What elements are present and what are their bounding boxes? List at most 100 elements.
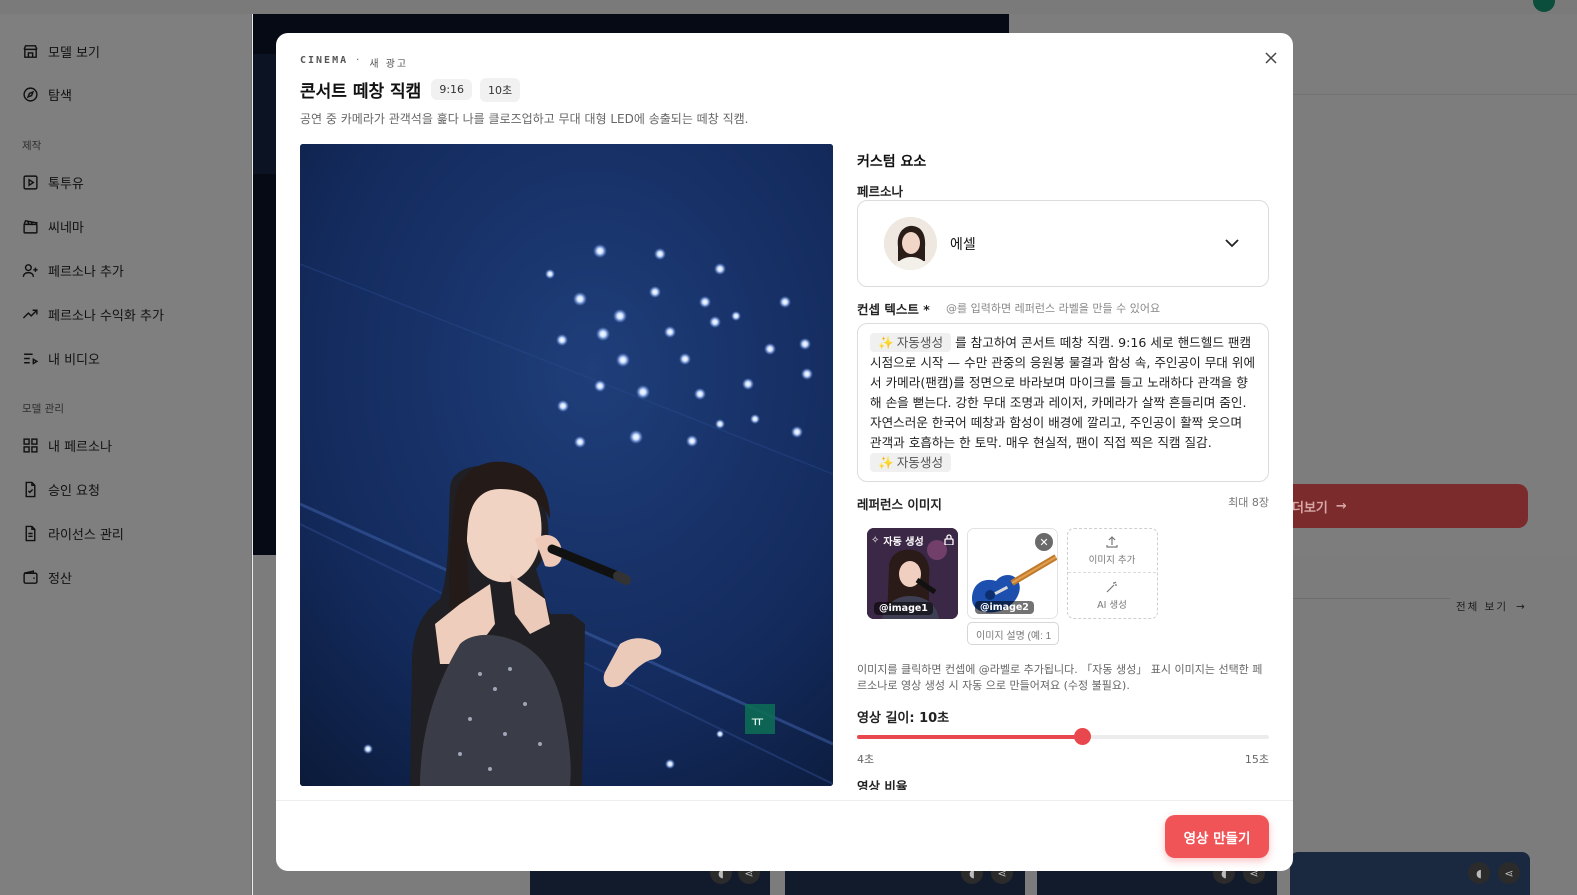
modal-footer: 영상 만들기	[276, 800, 1293, 871]
eyebrow-subtitle: 새 광고	[369, 59, 409, 70]
see-all-label: 전체 보기	[1456, 601, 1508, 613]
duration-chip: 10초	[480, 77, 521, 102]
length-min: 4초	[857, 753, 875, 766]
eyebrow: CINEMA · 새 광고	[300, 55, 408, 70]
chevron-down-icon	[1225, 239, 1239, 248]
length-max: 15초	[1244, 753, 1269, 766]
ai-generate-button[interactable]: AI 생성	[1068, 573, 1156, 617]
title-row: 콘서트 떼창 직캠 9:16 10초	[300, 77, 521, 102]
persona-select[interactable]: 에셀	[857, 200, 1269, 287]
clapperboard-icon	[22, 218, 39, 235]
concept-textarea[interactable]: ✨ 자동생성 를 참고하여 콘서트 떼창 직캠. 9:16 세로 핸드헬드 팬캠 …	[857, 323, 1269, 482]
add-image-label: 이미지 추가	[1088, 555, 1136, 566]
user-avatar[interactable]	[1533, 0, 1555, 12]
image-label: @image2	[975, 601, 1034, 614]
close-button[interactable]	[1260, 47, 1282, 69]
sidebar-item-persona-monetize[interactable]: 페르소나 수익화 추가	[22, 302, 164, 326]
make-video-button[interactable]: 영상 만들기	[1165, 815, 1269, 858]
close-icon	[1265, 52, 1277, 64]
sidebar-item-my-videos[interactable]: 내 비디오	[22, 346, 100, 370]
sidebar-item-label: 정산	[48, 571, 72, 587]
sidebar-item-license[interactable]: 라이선스 관리	[22, 521, 124, 545]
video-card[interactable]: ◖ ⋖	[1290, 852, 1530, 895]
persona-avatar	[884, 217, 937, 270]
see-all-link[interactable]: 전체 보기 →	[1456, 599, 1527, 614]
auto-token-label: 자동생성	[896, 335, 944, 350]
sidebar-item-settlement[interactable]: 정산	[22, 565, 72, 589]
length-slider[interactable]	[857, 728, 1269, 745]
sidebar-item-talk-to-you[interactable]: 톡투유	[22, 170, 84, 194]
magic-wand-icon	[1106, 581, 1117, 592]
section-title: 커스텀 요소	[857, 154, 927, 170]
mute-icon[interactable]: ◖	[1468, 862, 1490, 884]
sidebar-item-label: 라이선스 관리	[48, 527, 124, 543]
sidebar-item-label: 톡투유	[48, 176, 84, 192]
list-video-icon	[22, 350, 39, 367]
sidebar-item-explore[interactable]: 탐색	[22, 82, 72, 106]
modal-description: 공연 중 카메라가 관객석을 훑다 나를 클로즈업하고 무대 대형 LED에 송…	[300, 112, 749, 126]
grid-icon	[22, 437, 39, 454]
preview-image: ㅠ	[300, 144, 833, 786]
ai-generate-label: AI 생성	[1097, 599, 1127, 611]
sidebar: 모델 보기 탐색 제작 톡투유 씨네마 페르소나 추가 페르소나 수익화 추가 …	[0, 14, 252, 895]
auto-generate-token[interactable]: ✨ 자동생성	[870, 453, 952, 472]
sparkle-icon: ✨	[878, 455, 894, 470]
trending-up-icon	[22, 306, 39, 323]
sidebar-item-label: 모델 보기	[48, 45, 100, 61]
store-icon	[22, 43, 39, 60]
remove-image-button[interactable]: ✕	[1035, 533, 1053, 551]
sidebar-item-add-persona[interactable]: 페르소나 추가	[22, 258, 124, 282]
reference-max: 최대 8장	[1228, 496, 1269, 509]
svg-text:ㅠ: ㅠ	[751, 714, 764, 730]
auto-generate-token[interactable]: ✨ 자동생성	[870, 333, 952, 352]
sidebar-item-label: 내 페르소나	[48, 439, 112, 455]
length-label: 영상 길이: 10초	[857, 711, 950, 726]
sidebar-item-label: 내 비디오	[48, 352, 100, 368]
sidebar-item-label: 페르소나 수익화 추가	[48, 308, 164, 324]
concept-label: 컨셉 텍스트 *	[857, 302, 930, 317]
reference-image-2[interactable]: ✕ @image2	[967, 528, 1058, 619]
add-image-button[interactable]: 이미지 추가	[1068, 529, 1156, 573]
slider-fill	[857, 735, 1082, 739]
section-create: 제작	[22, 140, 42, 152]
file-check-icon	[22, 481, 39, 498]
reference-note: 이미지를 클릭하면 컨셉에 @라벨로 추가됩니다. 「자동 생성」 표시 이미지…	[857, 663, 1263, 692]
sidebar-item-label: 페르소나 추가	[48, 264, 124, 280]
modal-title: 콘서트 떼창 직캠	[300, 82, 422, 102]
add-image-box: 이미지 추가 AI 생성	[1067, 528, 1158, 619]
persona-name: 에셀	[950, 236, 976, 253]
reference-label: 레퍼런스 이미지	[857, 497, 942, 512]
more-button[interactable]: 더보기 →	[1262, 484, 1528, 528]
lock-icon	[944, 533, 954, 548]
sidebar-item-label: 씨네마	[48, 220, 84, 236]
image-label: @image1	[874, 602, 933, 615]
concert-illustration: ㅠ	[300, 144, 833, 786]
auto-token-label: 자동생성	[896, 455, 944, 470]
sparkle-icon: ✨	[878, 335, 894, 350]
concept-text: 를 참고하여 콘서트 떼창 직캠. 9:16 세로 핸드헬드 팬캠 시점으로 시…	[870, 335, 1256, 450]
sidebar-item-my-personas[interactable]: 내 페르소나	[22, 433, 112, 457]
sidebar-item-models[interactable]: 모델 보기	[22, 39, 100, 63]
magic-wand-icon: ✧	[871, 535, 880, 546]
sidebar-item-label: 탐색	[48, 88, 72, 104]
share-icon[interactable]: ⋖	[1498, 862, 1520, 884]
persona-label: 페르소나	[857, 184, 904, 199]
top-bar	[0, 0, 1577, 14]
divider	[1280, 598, 1450, 599]
sidebar-item-cinema[interactable]: 씨네마	[22, 214, 84, 238]
upload-icon	[1106, 536, 1118, 548]
slider-handle[interactable]	[1073, 728, 1091, 745]
sidebar-item-approval[interactable]: 승인 요청	[22, 477, 100, 501]
reference-image-1[interactable]: ✧ 자동 생성 @image1	[867, 528, 958, 619]
arrow-right-icon: →	[1515, 600, 1527, 613]
custom-form: 커스텀 요소 페르소나 에셀 컨셉 텍스트 * @를 입력하면 레퍼런스 라벨을…	[857, 144, 1269, 790]
create-ad-modal: CINEMA · 새 광고 콘서트 떼창 직캠 9:16 10초 공연 중 카메…	[276, 33, 1293, 871]
close-icon: ✕	[1039, 535, 1049, 549]
ratio-label: 영상 비율	[857, 779, 908, 790]
ratio-chip: 9:16	[431, 79, 473, 100]
auto-generate-badge: ✧ 자동 생성	[871, 532, 954, 549]
wallet-icon	[22, 569, 39, 586]
image-description-input[interactable]: 이미지 설명 (예: 1	[967, 622, 1059, 645]
concept-hint: @를 입력하면 레퍼런스 라벨을 만들 수 있어요	[946, 302, 1161, 315]
auto-badge-label: 자동 생성	[883, 537, 924, 548]
